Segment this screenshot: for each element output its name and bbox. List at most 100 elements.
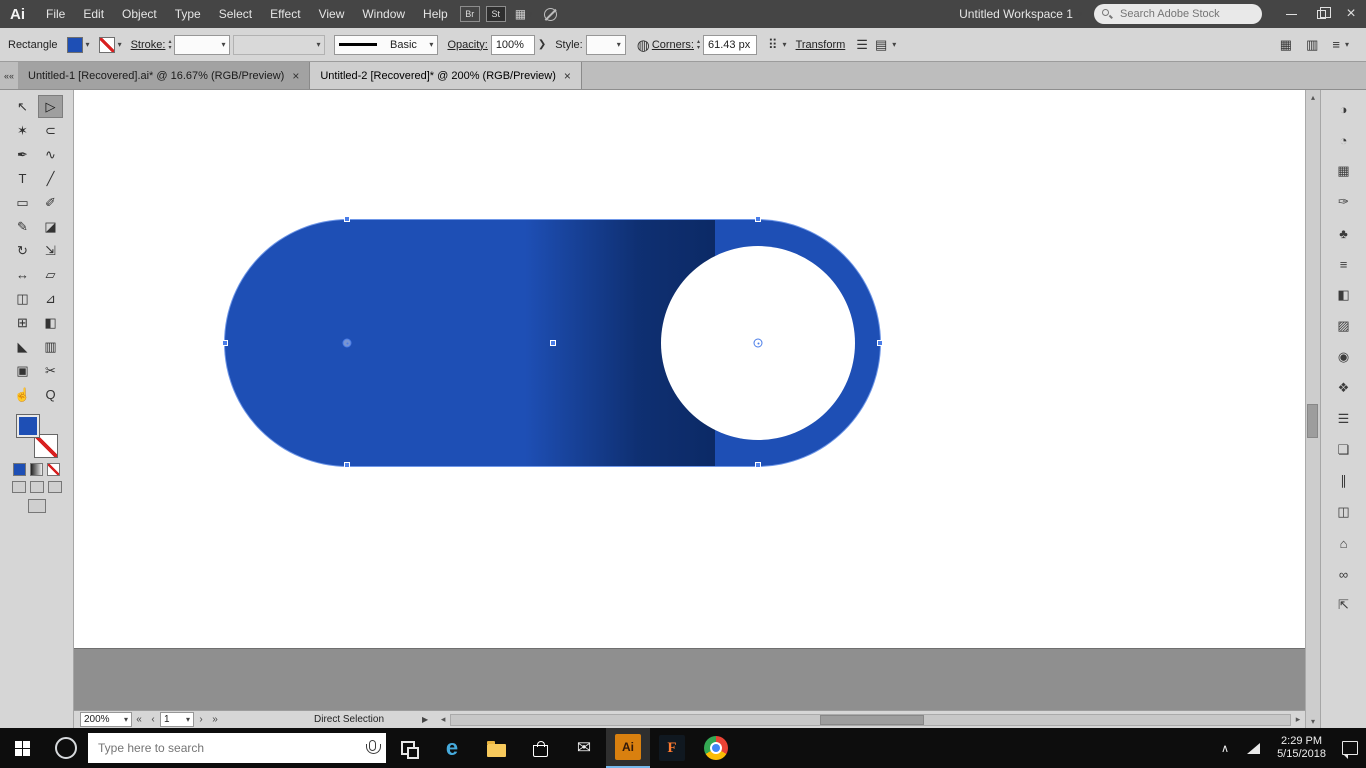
color-panel-icon[interactable]: ◑ — [1332, 98, 1356, 120]
illustrator-taskbar-button[interactable]: Ai — [606, 728, 650, 768]
slice-tool[interactable]: ✂ — [38, 359, 63, 382]
corners-label[interactable]: Corners: — [652, 39, 694, 51]
horizontal-scroll-thumb[interactable] — [820, 714, 925, 725]
stock-button[interactable]: St — [485, 6, 506, 22]
artboard-tool[interactable]: ▣ — [10, 359, 35, 382]
selection-handle[interactable] — [755, 216, 761, 222]
chrome-button[interactable] — [694, 728, 738, 768]
stroke-color-dropdown[interactable]: ▾ — [98, 36, 122, 53]
transparency-panel-icon[interactable]: ▨ — [1332, 315, 1356, 337]
control-panel-menu-button[interactable]: ≡ ▾ — [1330, 37, 1349, 52]
vertical-scroll-track[interactable] — [1306, 104, 1320, 714]
appearance-panel-icon[interactable]: ◉ — [1332, 346, 1356, 368]
type-tool[interactable]: T — [10, 167, 35, 190]
previous-artboard-button[interactable]: ‹ — [146, 714, 160, 725]
tab-close-button[interactable]: × — [292, 69, 299, 83]
align-options-button[interactable]: ☰ ▤ ▾ — [854, 37, 896, 53]
menu-effect[interactable]: Effect — [261, 7, 309, 21]
tab-untitled-1[interactable]: Untitled-1 [Recovered].ai* @ 16.67% (RGB… — [18, 62, 311, 89]
rotate-tool[interactable]: ↻ — [10, 239, 35, 262]
gpu-performance-button[interactable] — [544, 7, 558, 21]
network-icon[interactable] — [1241, 728, 1265, 768]
first-artboard-button[interactable]: « — [132, 714, 146, 725]
zoom-tool[interactable]: Q — [38, 383, 63, 406]
selection-handle[interactable] — [344, 462, 350, 468]
artboard-number-dropdown[interactable]: 1 ▾ — [160, 712, 194, 727]
workspace-switcher[interactable]: Untitled Workspace 1 ▾ — [959, 7, 1082, 21]
magic-wand-tool[interactable]: ✶ — [10, 119, 35, 142]
scroll-down-icon[interactable]: ▾ — [1311, 714, 1315, 728]
edge-button[interactable]: e — [430, 728, 474, 768]
panel-dock-icon[interactable]: ▥ — [1306, 37, 1318, 53]
free-transform-tool[interactable]: ▱ — [38, 263, 63, 286]
pen-tool[interactable]: ✒ — [10, 143, 35, 166]
store-button[interactable] — [518, 728, 562, 768]
opacity-flyout-icon[interactable]: ❯ — [538, 39, 546, 50]
corners-field[interactable]: 61.43 px — [703, 34, 758, 55]
menu-edit[interactable]: Edit — [74, 7, 113, 21]
draw-inside-button[interactable] — [47, 481, 62, 493]
close-button[interactable]: × — [1336, 0, 1366, 28]
minimize-button[interactable] — [1276, 0, 1306, 28]
action-center-button[interactable] — [1338, 728, 1362, 768]
pencil-tool[interactable]: ✎ — [10, 215, 35, 238]
menu-object[interactable]: Object — [113, 7, 166, 21]
tray-expand-icon[interactable]: ∧ — [1213, 728, 1237, 768]
fill-color-dropdown[interactable]: ▾ — [66, 36, 90, 53]
graph-tool[interactable]: ▥ — [38, 335, 63, 358]
canvas[interactable] — [74, 90, 1305, 648]
align-panel-icon[interactable]: ∥ — [1332, 470, 1356, 492]
arrange-documents-button[interactable]: ▦ ▾ — [515, 7, 532, 21]
stepper-down-icon[interactable]: ▾ — [168, 45, 171, 51]
tab-untitled-2[interactable]: Untitled-2 [Recovered]* @ 200% (RGB/Prev… — [310, 62, 582, 89]
center-anchor-point[interactable] — [753, 338, 763, 348]
stepper-down-icon[interactable]: ▾ — [697, 45, 700, 51]
workspace-grid-icon[interactable]: ▦ — [1280, 37, 1292, 53]
stroke-weight-dropdown[interactable]: ▾ — [174, 34, 231, 55]
brush-definition-dropdown[interactable]: ▾ — [233, 34, 326, 55]
taskbar-search-input[interactable] — [88, 733, 386, 763]
symbols-panel-icon[interactable]: ♣ — [1332, 222, 1356, 244]
perspective-grid-tool[interactable]: ⊿ — [38, 287, 63, 310]
selection-tool[interactable]: ↖ — [10, 95, 35, 118]
brushes-panel-icon[interactable]: ✑ — [1332, 191, 1356, 213]
vertical-scrollbar[interactable]: ▴ ▾ — [1305, 90, 1320, 728]
pathfinder-panel-icon[interactable]: ◫ — [1332, 501, 1356, 523]
stock-search-input[interactable] — [1094, 4, 1262, 24]
shape-properties-button[interactable]: ⠿ ▾ — [766, 37, 787, 53]
style-dropdown[interactable]: ▾ — [585, 34, 626, 55]
eraser-tool[interactable]: ◪ — [38, 215, 63, 238]
line-segment-tool[interactable]: ╱ — [38, 167, 63, 190]
opacity-label[interactable]: Opacity: — [447, 39, 487, 51]
curvature-tool[interactable]: ∿ — [38, 143, 63, 166]
gradient-panel-icon[interactable]: ◧ — [1332, 284, 1356, 306]
recolor-artwork-icon[interactable]: ◍ — [637, 36, 650, 54]
menu-help[interactable]: Help — [414, 7, 457, 21]
opacity-field[interactable]: 100% — [490, 34, 535, 55]
bridge-button[interactable]: Br — [459, 6, 480, 22]
stroke-weight-label[interactable]: Stroke: — [131, 39, 166, 51]
none-button[interactable] — [47, 463, 60, 476]
color-guide-panel-icon[interactable]: ◔ — [1332, 129, 1356, 151]
fill-color-well[interactable] — [15, 414, 40, 438]
taskbar-clock[interactable]: 2:29 PM 5/15/2018 — [1269, 735, 1334, 761]
mesh-tool[interactable]: ⊞ — [10, 311, 35, 334]
vertical-scroll-thumb[interactable] — [1307, 404, 1318, 438]
swatches-panel-icon[interactable]: ▦ — [1332, 160, 1356, 182]
transform-label[interactable]: Transform — [796, 39, 846, 51]
lasso-tool[interactable]: ⊂ — [38, 119, 63, 142]
layers-panel-icon[interactable]: ☰ — [1332, 408, 1356, 430]
adobe-stock-search[interactable] — [1094, 4, 1262, 24]
draw-normal-button[interactable] — [11, 481, 26, 493]
gradient-button[interactable] — [30, 463, 43, 476]
cortana-button[interactable] — [44, 728, 88, 768]
libraries-panel-icon[interactable]: ⌂ — [1332, 532, 1356, 554]
scale-tool[interactable]: ⇲ — [38, 239, 63, 262]
menu-select[interactable]: Select — [210, 7, 261, 21]
links-panel-icon[interactable]: ∞ — [1332, 563, 1356, 585]
zoom-level-dropdown[interactable]: 200% ▾ — [80, 712, 132, 727]
horizontal-scroll-track[interactable] — [450, 713, 1291, 726]
collapse-panels-icon[interactable]: «« — [0, 62, 18, 89]
file-explorer-button[interactable] — [474, 728, 518, 768]
mail-button[interactable]: ✉ — [562, 728, 606, 768]
